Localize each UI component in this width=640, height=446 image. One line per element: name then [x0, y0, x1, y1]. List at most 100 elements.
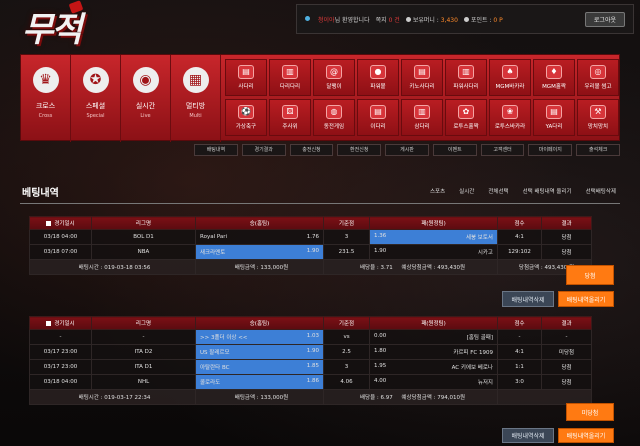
col-base: 기준점 — [323, 216, 370, 230]
cards-icon: ♠ — [502, 65, 518, 79]
tab-sports[interactable]: 스포츠 — [430, 187, 445, 195]
home-pick[interactable]: >> 3폴더 이상 << 1.03 — [195, 329, 324, 345]
subnav-bet-history[interactable]: 배팅내역 — [194, 144, 238, 156]
home-pick[interactable]: Royal Pari 1.76 — [195, 229, 324, 245]
snail-icon: @ — [326, 65, 342, 79]
home-pick[interactable]: 아탈란타 BC 1.85 — [195, 359, 324, 375]
game-2dari[interactable]: ▤ 이다리 — [357, 99, 399, 136]
upload-history-button[interactable]: 배팅내역올리기 — [558, 291, 614, 307]
game-mgm-oddeven[interactable]: ♦ MGM홀짝 — [533, 59, 575, 96]
subnav-deposit[interactable]: 충전신청 — [289, 144, 334, 156]
bet-slip-1: 경기일시 리그명 승(홈팀) 기준점 패(원정팀) 점수 결과 03/18 04… — [29, 216, 592, 275]
game-ya-dari[interactable]: ▤ YA다리 — [533, 99, 575, 136]
status-badge: 미당첨 — [566, 403, 614, 421]
nav-live[interactable]: ◉ 실시간 Live — [121, 55, 171, 142]
col-score: 점수 — [497, 316, 542, 330]
user-bar: 청이아님 환영합니다 쪽지 0 건 보유머니 : 3,430 포인트 : 0 P… — [296, 4, 634, 34]
welcome-text: 님 환영합니다 — [334, 16, 370, 24]
game-virtual-soccer[interactable]: ⚽ 가상축구 — [225, 99, 267, 136]
col-base: 기준점 — [323, 316, 370, 330]
table-header: 경기일시 리그명 승(홈팀) 기준점 패(원정팀) 점수 결과 — [29, 216, 592, 230]
table-row: 03/17 23:00 ITA D1 아탈란타 BC 1.85 3 1.95 AC … — [29, 359, 592, 375]
game-3dari[interactable]: ▥ 삼다리 — [401, 99, 443, 136]
game-dice[interactable]: ⚄ 주사위 — [269, 99, 311, 136]
home-pick[interactable]: 새크라멘토 1.90 — [195, 244, 324, 260]
subnav-mypage[interactable]: 마이페이지 — [528, 144, 573, 156]
result-badge: 미당첨 — [541, 344, 592, 360]
notes-link[interactable]: 쪽지 0 건 — [376, 15, 400, 24]
game-keno-ladder[interactable]: ▤ 키노사다리 — [401, 59, 443, 96]
game-lotus-baccarat[interactable]: ❀ 로투스바카라 — [489, 99, 531, 136]
result-badge: 당첨 — [541, 229, 592, 245]
subnav-attendance[interactable]: 출석체크 — [576, 144, 621, 156]
delete-history-button[interactable]: 배팅내역삭제 — [502, 291, 554, 307]
page-title: 베팅내역 — [22, 188, 59, 199]
checkbox[interactable] — [46, 321, 52, 326]
nav-special[interactable]: ✪ 스페셜 Special — [71, 55, 121, 142]
home-pick[interactable]: US 팔레르모 1.90 — [195, 344, 324, 360]
user-icon — [305, 15, 312, 23]
col-league: 리그명 — [91, 216, 196, 230]
table-row: 03/18 04:00 BOL D1 Royal Pari 1.76 3 1.36… — [29, 229, 592, 245]
logout-button[interactable]: 로그아웃 — [584, 11, 625, 27]
away-pick[interactable]: 0.00 [홈팀 골패] — [369, 329, 498, 345]
game-grid: ▤ 사다리 ▥ 다리다리 @ 달팽이 ● 파워볼 ▤ 키노사다리 ▥ 파워사다리 ♠ MGM바… — [225, 59, 619, 139]
select-all-link[interactable]: 전체선택 — [488, 187, 508, 195]
coin-icon: ◍ — [326, 105, 342, 119]
result-badge: - — [541, 329, 592, 345]
away-pick[interactable]: 1.36 세붕 보토서 — [369, 229, 498, 245]
game-power-ladder[interactable]: ▥ 파워사다리 — [445, 59, 487, 96]
ball-icon: ◎ — [590, 65, 606, 79]
game-powerball[interactable]: ● 파워볼 — [357, 59, 399, 96]
ladder-icon: ▤ — [546, 105, 562, 119]
home-pick[interactable]: 콜로라도 1.86 — [195, 374, 324, 390]
game-hammer[interactable]: ⚒ 망치망치 — [577, 99, 619, 136]
col-score: 점수 — [497, 216, 542, 230]
upload-history-button[interactable]: 배팅내역올리기 — [558, 428, 614, 443]
bet-slip-2: 경기일시 리그명 승(홈팀) 기준점 패(원정팀) 점수 결과 - - >> 3… — [29, 316, 592, 405]
subnav-board[interactable]: 게시판 — [385, 144, 429, 156]
nav-cross[interactable]: ♛ 크로스 Cross — [21, 55, 71, 142]
away-pick[interactable]: 4.00 뉴저지 — [369, 374, 498, 390]
game-mgm-baccarat[interactable]: ♠ MGM바카라 — [489, 59, 531, 96]
game-coin[interactable]: ◍ 동전게임 — [313, 99, 355, 136]
ladder-icon: ▥ — [282, 65, 298, 79]
delete-history-button[interactable]: 배팅내역삭제 — [502, 428, 554, 443]
result-badge: 당첨 — [541, 374, 592, 390]
divider — [20, 203, 620, 204]
soccer-icon: ⚽ — [238, 105, 254, 119]
game-snail[interactable]: @ 달팽이 — [313, 59, 355, 96]
game-lotus-oddeven[interactable]: ✿ 로투스홀짝 — [445, 99, 487, 136]
subnav-support[interactable]: 고객센터 — [480, 144, 525, 156]
away-pick[interactable]: 1.95 AC 키에보 베로나 — [369, 359, 498, 375]
subnav-withdraw[interactable]: 환전신청 — [337, 144, 382, 156]
user-name: 청이아 — [318, 16, 335, 24]
table-row: 03/18 07:00 NBA 새크라멘토 1.90 231.5 1.90 시카고 … — [29, 244, 592, 260]
cards-icon: ♦ — [546, 65, 562, 79]
col-result: 결과 — [541, 216, 592, 230]
tab-live[interactable]: 실시간 — [459, 187, 474, 195]
ball-icon: ● — [370, 65, 386, 79]
away-pick[interactable]: 1.90 시카고 — [369, 244, 498, 260]
delete-selected-link[interactable]: 선택배팅삭제 — [586, 187, 616, 195]
subnav-event[interactable]: 이벤트 — [432, 144, 477, 156]
col-result: 결과 — [541, 316, 592, 330]
hammer-icon: ⚒ — [590, 105, 606, 119]
ladder-icon: ▥ — [414, 105, 430, 119]
subnav-results[interactable]: 경기결과 — [241, 144, 286, 156]
dice-icon: ⚄ — [282, 105, 298, 119]
table-header: 경기일시 리그명 승(홈팀) 기준점 패(원정팀) 점수 결과 — [29, 316, 592, 330]
points-display: 포인트 : 0 P — [463, 15, 503, 24]
upload-selected-link[interactable]: 선택 배팅내역 올리기 — [523, 187, 572, 195]
game-dari[interactable]: ▥ 다리다리 — [269, 59, 311, 96]
live-icon: ◉ — [132, 67, 159, 93]
game-ladder[interactable]: ▤ 사다리 — [225, 59, 267, 96]
nav-multi[interactable]: ▦ 멀티방 Multi — [171, 55, 221, 142]
main-navigation: ♛ 크로스 Cross ✪ 스페셜 Special ◉ 실시간 Live ▦ 멀티방 M… — [20, 54, 620, 142]
ladder-icon: ▤ — [414, 65, 430, 79]
sub-navigation: 배팅내역 경기결과 충전신청 환전신청 게시판 이벤트 고객센터 마이페이지 출… — [194, 144, 621, 156]
game-wooriball[interactable]: ◎ 우리볼 썸고 — [577, 59, 619, 96]
away-pick[interactable]: 1.80 카르피 FC 1909 — [369, 344, 498, 360]
checkbox[interactable] — [46, 221, 52, 226]
table-row: 03/18 04:00 NHL 콜로라도 1.86 4.06 4.00 뉴저지 3:… — [29, 374, 592, 390]
